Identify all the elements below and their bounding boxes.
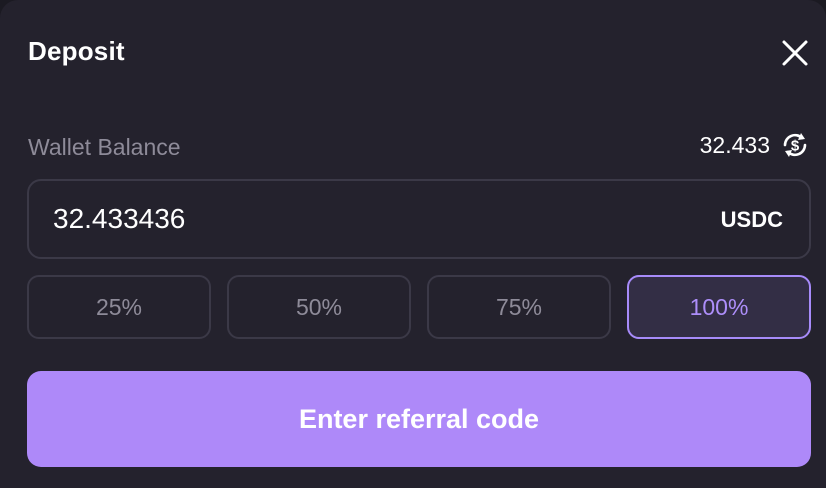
amount-field[interactable]: USDC bbox=[27, 179, 811, 259]
wallet-balance-label: Wallet Balance bbox=[28, 134, 181, 160]
wallet-balance-value: 32.433 bbox=[699, 131, 770, 158]
deposit-modal: Deposit Wallet Balance 32.433 $ USDC 25%… bbox=[0, 0, 826, 488]
svg-text:$: $ bbox=[791, 138, 800, 155]
wallet-balance: 32.433 $ bbox=[700, 130, 810, 160]
close-icon[interactable] bbox=[778, 36, 812, 70]
enter-referral-code-button[interactable]: Enter referral code bbox=[27, 371, 811, 467]
percent-75-button[interactable]: 75% bbox=[427, 275, 611, 339]
currency-label: USDC bbox=[720, 207, 783, 232]
modal-title: Deposit bbox=[28, 36, 125, 66]
percent-100-button[interactable]: 100% bbox=[627, 275, 811, 339]
percent-25-button[interactable]: 25% bbox=[27, 275, 211, 339]
dollar-refresh-icon[interactable]: $ bbox=[780, 130, 810, 160]
percent-50-button[interactable]: 50% bbox=[227, 275, 411, 339]
amount-input[interactable] bbox=[53, 199, 613, 239]
